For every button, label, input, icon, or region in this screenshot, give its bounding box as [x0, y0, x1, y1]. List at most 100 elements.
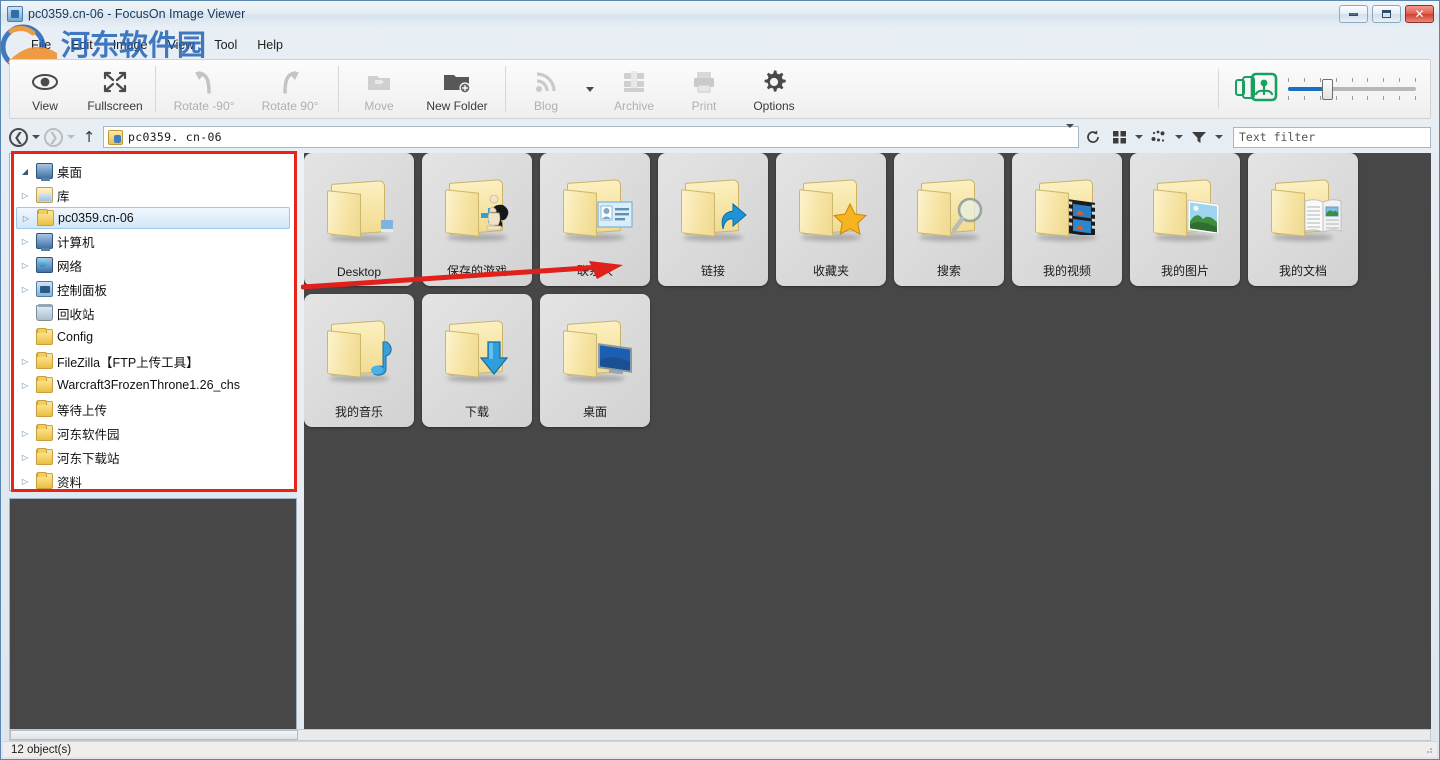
folder-icon — [36, 353, 53, 369]
rotate-right-icon — [278, 68, 302, 96]
refresh-icon — [1085, 129, 1101, 145]
expand-twisty-icon[interactable]: ▷ — [18, 429, 32, 438]
tree-item-recycle-bin[interactable]: 回收站 — [10, 301, 296, 325]
view-button-label: View — [32, 99, 58, 113]
print-button[interactable]: Print — [669, 60, 739, 118]
close-button[interactable]: ✕ — [1405, 5, 1434, 23]
forward-history-dropdown[interactable] — [65, 135, 77, 139]
folder-icon — [36, 401, 53, 417]
menu-help[interactable]: Help — [247, 36, 293, 54]
move-button[interactable]: Move — [344, 60, 414, 118]
minimize-button[interactable] — [1339, 5, 1368, 23]
menu-image[interactable]: Image — [103, 36, 158, 54]
view-mode-button[interactable] — [1107, 126, 1131, 148]
expand-twisty-icon[interactable]: ▷ — [18, 453, 32, 462]
toolbar-group-view: View Fullscreen — [10, 60, 150, 118]
up-button[interactable]: ↑ — [79, 128, 99, 146]
tree-item-config[interactable]: Config — [10, 325, 296, 349]
file-tile[interactable]: 下载 — [422, 294, 532, 427]
user-folder-icon — [37, 210, 54, 226]
resize-grip-icon[interactable] — [1422, 743, 1434, 755]
folder-desktop-icon — [304, 153, 414, 265]
file-tile[interactable]: 联系人 — [540, 153, 650, 286]
tree-item-label: Config — [57, 330, 93, 344]
maximize-button[interactable] — [1372, 5, 1401, 23]
options-button[interactable]: Options — [739, 60, 809, 118]
tree-item-control-panel[interactable]: ▷ 控制面板 — [10, 277, 296, 301]
filter-dropdown[interactable] — [1213, 135, 1225, 139]
expand-twisty-icon[interactable]: ▷ — [18, 381, 32, 390]
file-tile[interactable]: 我的视频 — [1012, 153, 1122, 286]
back-button[interactable]: ❮ — [9, 128, 28, 147]
address-dropdown-button[interactable] — [1066, 128, 1074, 146]
file-tile-label: 联系人 — [577, 262, 613, 279]
tree-item-label: FileZilla【FTP上传工具】 — [57, 352, 199, 371]
file-grid-panel[interactable]: Desktop 保存的游戏 — [304, 153, 1431, 729]
horizontal-scrollbar[interactable] — [9, 729, 1431, 741]
rotate-right-button[interactable]: Rotate 90° — [247, 60, 333, 118]
rotate-left-button[interactable]: Rotate -90° — [161, 60, 247, 118]
tree-item-filezilla[interactable]: ▷ FileZilla【FTP上传工具】 — [10, 349, 296, 373]
tree-item-label: 河东下载站 — [57, 448, 120, 467]
panel-splitter[interactable] — [297, 153, 304, 731]
title-bar: pc0359.cn-06 - FocusOn Image Viewer ✕ — [1, 1, 1439, 27]
archive-button[interactable]: Archive — [599, 60, 669, 118]
menu-edit[interactable]: Edit — [61, 36, 103, 54]
tree-item-network[interactable]: ▷ 网络 — [10, 253, 296, 277]
back-history-dropdown[interactable] — [30, 135, 42, 139]
tree-item-hedong-software[interactable]: ▷ 河东软件园 — [10, 421, 296, 445]
scrollbar-thumb[interactable] — [10, 730, 298, 740]
file-tile[interactable]: Desktop — [304, 153, 414, 286]
expand-twisty-icon[interactable]: ◢ — [18, 167, 32, 176]
menu-tool[interactable]: Tool — [204, 36, 247, 54]
expand-twisty-icon[interactable]: ▷ — [18, 261, 32, 270]
monitor-icon — [36, 163, 53, 179]
fullscreen-button[interactable]: Fullscreen — [80, 60, 150, 118]
address-field[interactable]: pc0359. cn-06 — [103, 126, 1079, 148]
blog-dropdown-button[interactable] — [581, 60, 599, 118]
new-folder-button[interactable]: New Folder — [414, 60, 500, 118]
tree-item-library[interactable]: ▷ 库 — [10, 183, 296, 207]
user-folder-icon — [108, 130, 123, 145]
file-tile[interactable]: 搜索 — [894, 153, 1004, 286]
expand-twisty-icon[interactable]: ▷ — [18, 285, 32, 294]
sort-dropdown[interactable] — [1173, 135, 1185, 139]
file-tile[interactable]: 链接 — [658, 153, 768, 286]
file-tile[interactable]: 收藏夹 — [776, 153, 886, 286]
text-filter-input[interactable]: Text filter — [1233, 127, 1431, 148]
tree-item-label: 等待上传 — [57, 400, 107, 419]
view-mode-dropdown[interactable] — [1133, 135, 1145, 139]
menu-file[interactable]: File — [21, 36, 61, 54]
sort-button[interactable] — [1147, 126, 1171, 148]
tree-item-pc0359[interactable]: ▷ pc0359.cn-06 — [16, 207, 290, 229]
refresh-button[interactable] — [1081, 126, 1105, 148]
folder-tree-panel[interactable]: ◢ 桌面 ▷ 库 ▷ pc0359.cn-06 ▷ 计算机 ▷ — [9, 153, 297, 491]
blog-button[interactable]: Blog — [511, 60, 581, 118]
thumbnail-size-slider[interactable] — [1288, 76, 1416, 102]
expand-twisty-icon[interactable]: ▷ — [18, 357, 32, 366]
file-tile[interactable]: 我的音乐 — [304, 294, 414, 427]
thumbnail-size-icon[interactable] — [1234, 71, 1278, 108]
file-tile[interactable]: 保存的游戏 — [422, 153, 532, 286]
filter-button[interactable] — [1187, 126, 1211, 148]
new-folder-icon — [442, 68, 472, 96]
tree-item-pending-upload[interactable]: 等待上传 — [10, 397, 296, 421]
print-button-label: Print — [692, 99, 717, 113]
file-tile[interactable]: 我的图片 — [1130, 153, 1240, 286]
folder-music-icon — [304, 294, 414, 403]
expand-twisty-icon[interactable]: ▷ — [18, 477, 32, 486]
expand-twisty-icon[interactable]: ▷ — [18, 237, 32, 246]
tree-item-hedong-download[interactable]: ▷ 河东下载站 — [10, 445, 296, 469]
view-button[interactable]: View — [10, 60, 80, 118]
tree-item-warcraft3[interactable]: ▷ Warcraft3FrozenThrone1.26_chs — [10, 373, 296, 397]
tree-item-desktop[interactable]: ◢ 桌面 — [10, 159, 296, 183]
expand-twisty-icon[interactable]: ▷ — [19, 214, 33, 223]
file-tile[interactable]: 我的文档 — [1248, 153, 1358, 286]
forward-button[interactable]: ❯ — [44, 128, 63, 147]
tree-item-materials[interactable]: ▷ 资料 — [10, 469, 296, 493]
expand-twisty-icon[interactable]: ▷ — [18, 191, 32, 200]
tree-item-computer[interactable]: ▷ 计算机 — [10, 229, 296, 253]
menu-view[interactable]: View — [157, 36, 204, 54]
file-tile[interactable]: 桌面 — [540, 294, 650, 427]
toolbar-group-rotate: Rotate -90° Rotate 90° — [161, 60, 333, 118]
